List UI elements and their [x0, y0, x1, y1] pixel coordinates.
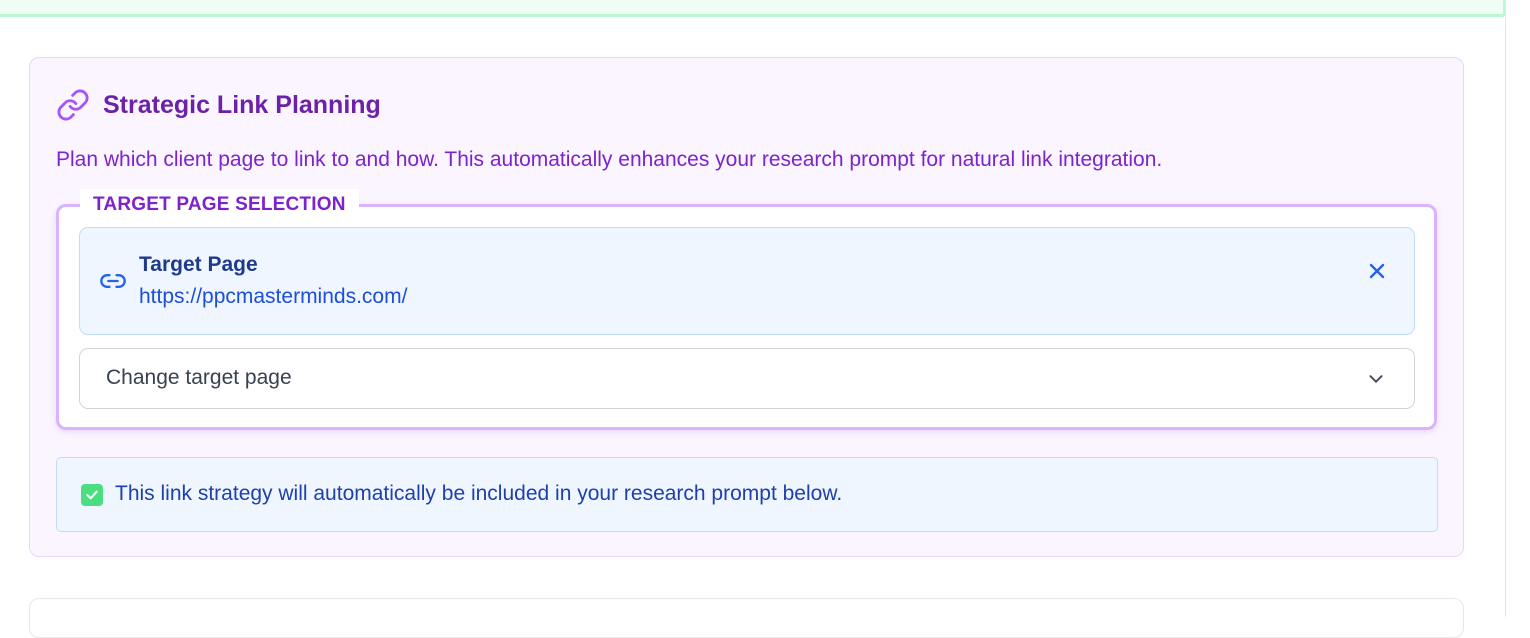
- checkmark-icon: [81, 484, 103, 506]
- panel-header: Strategic Link Planning: [56, 88, 381, 122]
- strategic-link-planning-panel: Strategic Link Planning Plan which clien…: [29, 57, 1464, 557]
- panel-title: Strategic Link Planning: [103, 90, 381, 119]
- link-strategy-notice: This link strategy will automatically be…: [56, 457, 1438, 532]
- section-legend: TARGET PAGE SELECTION: [80, 189, 359, 220]
- close-icon: [1369, 263, 1385, 279]
- change-target-page-select[interactable]: Change target page: [79, 348, 1415, 409]
- next-section-card: [29, 598, 1464, 638]
- target-page-url[interactable]: https://ppcmasterminds.com/: [139, 285, 407, 309]
- notice-text: This link strategy will automatically be…: [115, 482, 843, 505]
- panel-description: Plan which client page to link to and ho…: [56, 148, 1163, 171]
- remove-target-button[interactable]: [1362, 256, 1392, 286]
- scrollbar-track[interactable]: [1505, 0, 1506, 617]
- previous-section-edge: [0, 0, 1506, 17]
- target-page-selection: TARGET PAGE SELECTION Target Page https:…: [56, 189, 1437, 430]
- chevron-down-icon: [1362, 365, 1390, 393]
- select-value: Change target page: [106, 366, 292, 389]
- selected-target-page-card: Target Page https://ppcmasterminds.com/: [79, 227, 1415, 335]
- target-page-label: Target Page: [139, 253, 258, 276]
- link-icon: [56, 88, 90, 122]
- link-icon: [98, 266, 128, 296]
